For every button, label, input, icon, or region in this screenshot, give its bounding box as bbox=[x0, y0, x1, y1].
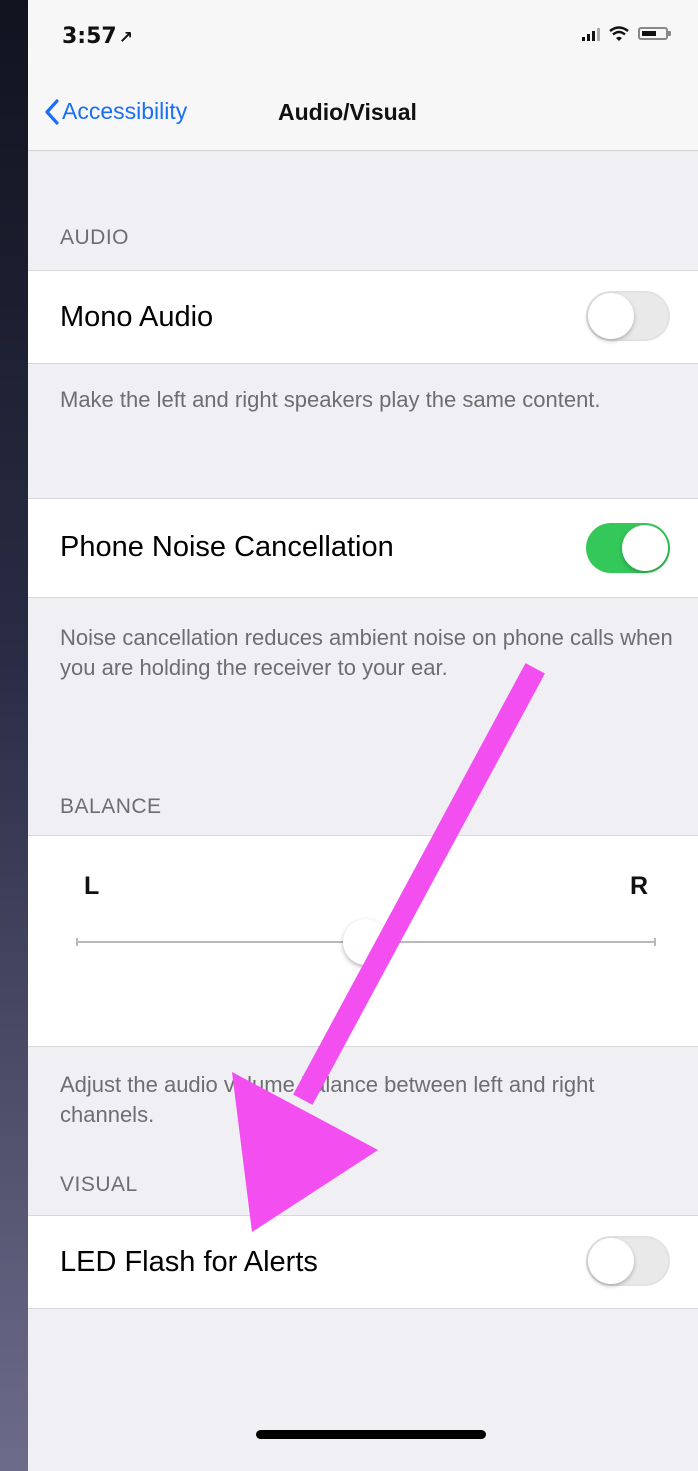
location-arrow-icon: ↗ bbox=[118, 28, 133, 48]
mono-audio-label: Mono Audio bbox=[60, 301, 214, 333]
battery-icon bbox=[638, 27, 671, 40]
signal-icon bbox=[582, 27, 600, 41]
balance-slider-thumb[interactable] bbox=[343, 919, 389, 965]
page-title: Audio/Visual bbox=[278, 99, 417, 125]
balance-right-label: R bbox=[629, 872, 648, 900]
section-header-balance: BALANCE bbox=[60, 795, 162, 818]
balance-footer: Adjust the audio volume balance between … bbox=[60, 1072, 595, 1127]
home-indicator[interactable] bbox=[256, 1430, 486, 1439]
chevron-left-icon bbox=[45, 98, 59, 125]
noise-cancellation-row: Phone Noise Cancellation bbox=[28, 498, 698, 598]
status-time: 3:57 ↗ bbox=[62, 24, 133, 49]
back-button[interactable]: Accessibility bbox=[44, 98, 187, 125]
noise-cancellation-label: Phone Noise Cancellation bbox=[60, 531, 394, 563]
led-flash-row: LED Flash for Alerts bbox=[28, 1215, 698, 1309]
section-header-visual: VISUAL bbox=[60, 1173, 138, 1196]
wifi-icon bbox=[609, 26, 629, 41]
section-header-audio: AUDIO bbox=[60, 226, 130, 249]
status-bar: 3:57 ↗ bbox=[28, 0, 698, 70]
led-flash-toggle[interactable] bbox=[586, 1236, 670, 1286]
settings-screen: 3:57 ↗ Accessibility Audio/Visual AUDIO M… bbox=[28, 0, 698, 1471]
balance-left-label: L bbox=[84, 872, 100, 900]
led-flash-label: LED Flash for Alerts bbox=[60, 1246, 318, 1278]
mono-audio-footer: Make the left and right speakers play th… bbox=[60, 387, 601, 412]
balance-row: L R bbox=[28, 835, 698, 1047]
navigation-bar: Accessibility Audio/Visual bbox=[28, 70, 698, 151]
mono-audio-toggle[interactable] bbox=[586, 291, 670, 341]
back-button-label: Accessibility bbox=[62, 98, 188, 124]
noise-cancellation-footer: Noise cancellation reduces ambient noise… bbox=[60, 625, 673, 680]
noise-cancellation-toggle[interactable] bbox=[586, 523, 670, 573]
mono-audio-row: Mono Audio bbox=[28, 270, 698, 364]
